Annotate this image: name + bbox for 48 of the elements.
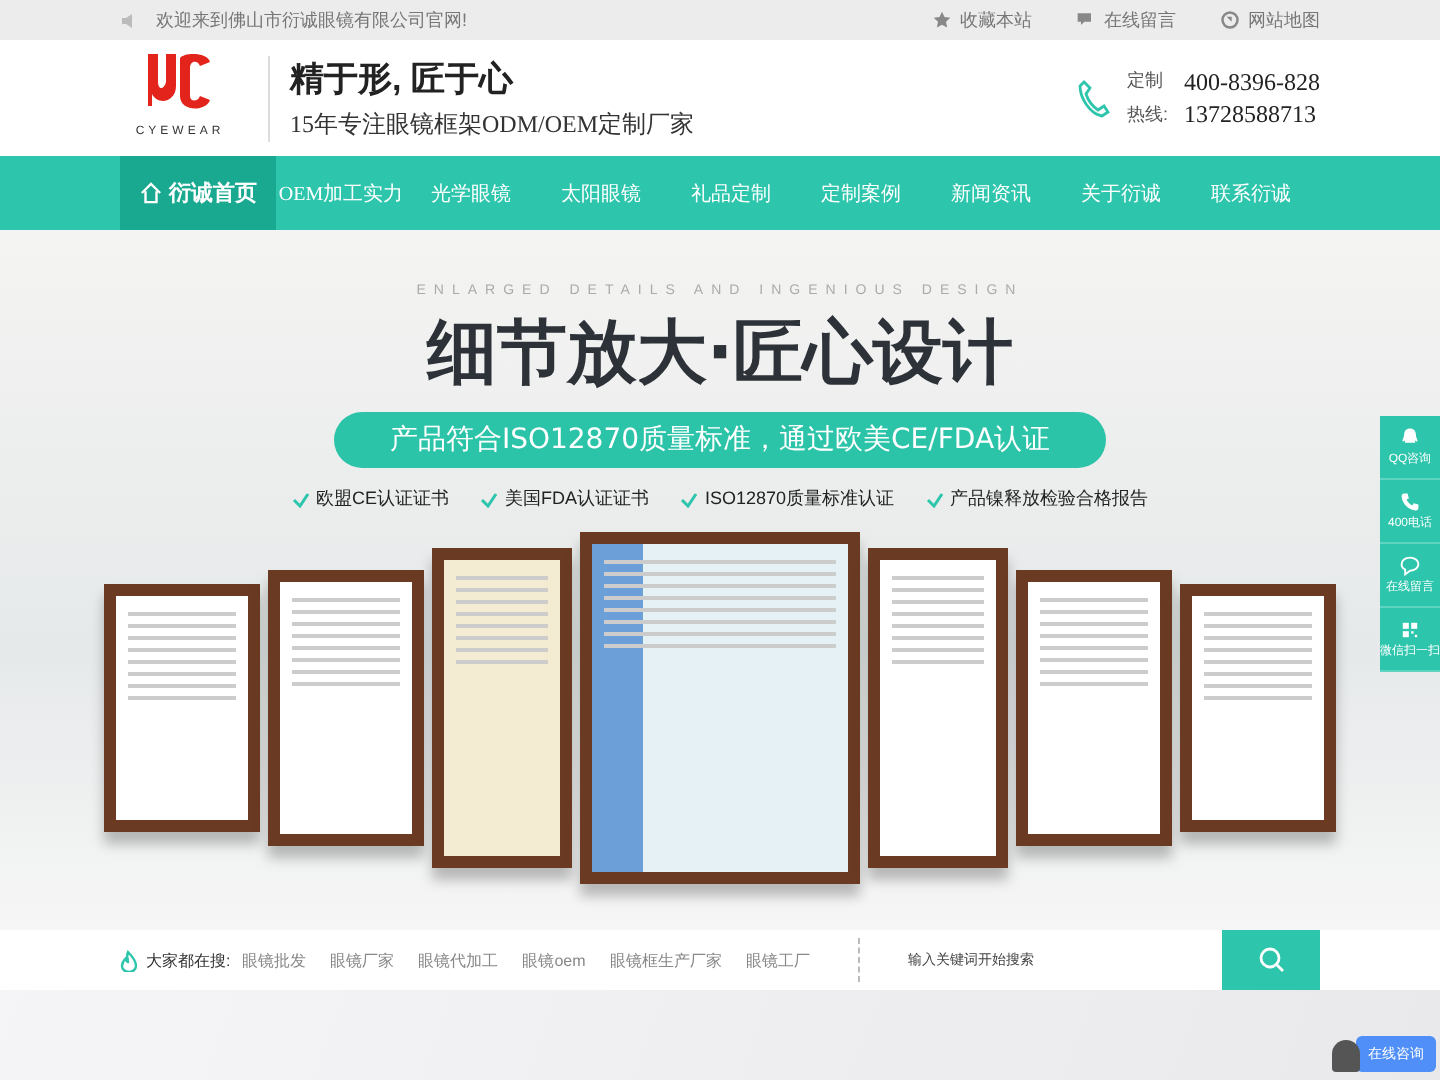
check-icon — [480, 491, 499, 507]
home-icon — [139, 182, 161, 204]
phone-icon — [1078, 78, 1111, 118]
certificate-label: 产品镍释放检验合格报告 — [950, 486, 1149, 512]
nav-tab[interactable]: 关于衍诚 — [1056, 156, 1186, 230]
certificate-label: 美国FDA认证证书 — [504, 486, 649, 512]
nav-tab[interactable]: OEM加工实力 — [276, 156, 406, 230]
hotline-label: 热线: — [1126, 102, 1168, 128]
flame-icon — [120, 949, 138, 971]
nav-tab[interactable]: 光学眼镜 — [406, 156, 536, 230]
search-label: 大家都在搜: — [146, 949, 231, 971]
grid-icon — [1398, 618, 1422, 642]
search-icon — [1257, 946, 1285, 974]
hotline-label: 定制 — [1126, 68, 1165, 94]
nav-tab[interactable]: 定制案例 — [796, 156, 926, 230]
nav-tab[interactable]: 联系衍诚 — [1186, 156, 1316, 230]
check-icon — [680, 491, 699, 507]
phone-number: 13728588713 — [1184, 99, 1318, 129]
banner-pill: 产品符合ISO12870质量标准，通过欧美CE/FDA认证 — [333, 412, 1107, 468]
check-icon — [926, 491, 945, 507]
banner-headline: 细节放大·匠心设计 — [426, 312, 1014, 398]
star-icon — [932, 8, 952, 32]
speaker-icon — [120, 11, 136, 29]
phone-number: 400-8396-828 — [1184, 67, 1320, 97]
keyword-link[interactable]: 眼镜批发 — [242, 949, 307, 971]
top-link[interactable]: 收藏本站 — [960, 7, 1032, 33]
keyword-link[interactable]: 眼镜oem — [522, 949, 586, 971]
certificate-label: ISO12870质量标准认证 — [704, 486, 895, 512]
check-icon — [291, 491, 310, 507]
keyword-link[interactable]: 眼镜框生产厂家 — [609, 949, 722, 971]
nav-tab[interactable]: 太阳眼镜 — [536, 156, 666, 230]
keyword-link[interactable]: 眼镜代加工 — [418, 949, 499, 971]
top-link[interactable]: 在线留言 — [1104, 7, 1176, 33]
keyword-link[interactable]: 眼镜厂家 — [330, 949, 395, 971]
phone-icon — [1398, 490, 1422, 514]
nav-tab[interactable]: 衍诚首页 — [120, 156, 276, 230]
avatar-icon — [1332, 1040, 1360, 1072]
nav-tab[interactable]: 新闻资讯 — [926, 156, 1056, 230]
search-button[interactable] — [1222, 930, 1320, 990]
slogan: 精于形, 匠于心 — [290, 57, 516, 101]
certificate-label: 欧盟CE认证证书 — [315, 486, 449, 512]
top-link[interactable]: 网站地图 — [1248, 7, 1320, 33]
chat-icon — [1398, 554, 1422, 578]
keyword-link[interactable]: 眼镜工厂 — [745, 949, 810, 971]
subtitle: 15年专注眼镜框架ODM/OEM定制厂家 — [290, 107, 695, 141]
nav-tab[interactable]: 礼品定制 — [666, 156, 796, 230]
welcome-text: 欢迎来到佛山市衍诚眼镜有限公司官网! — [156, 7, 468, 33]
globe-icon — [1220, 8, 1240, 32]
